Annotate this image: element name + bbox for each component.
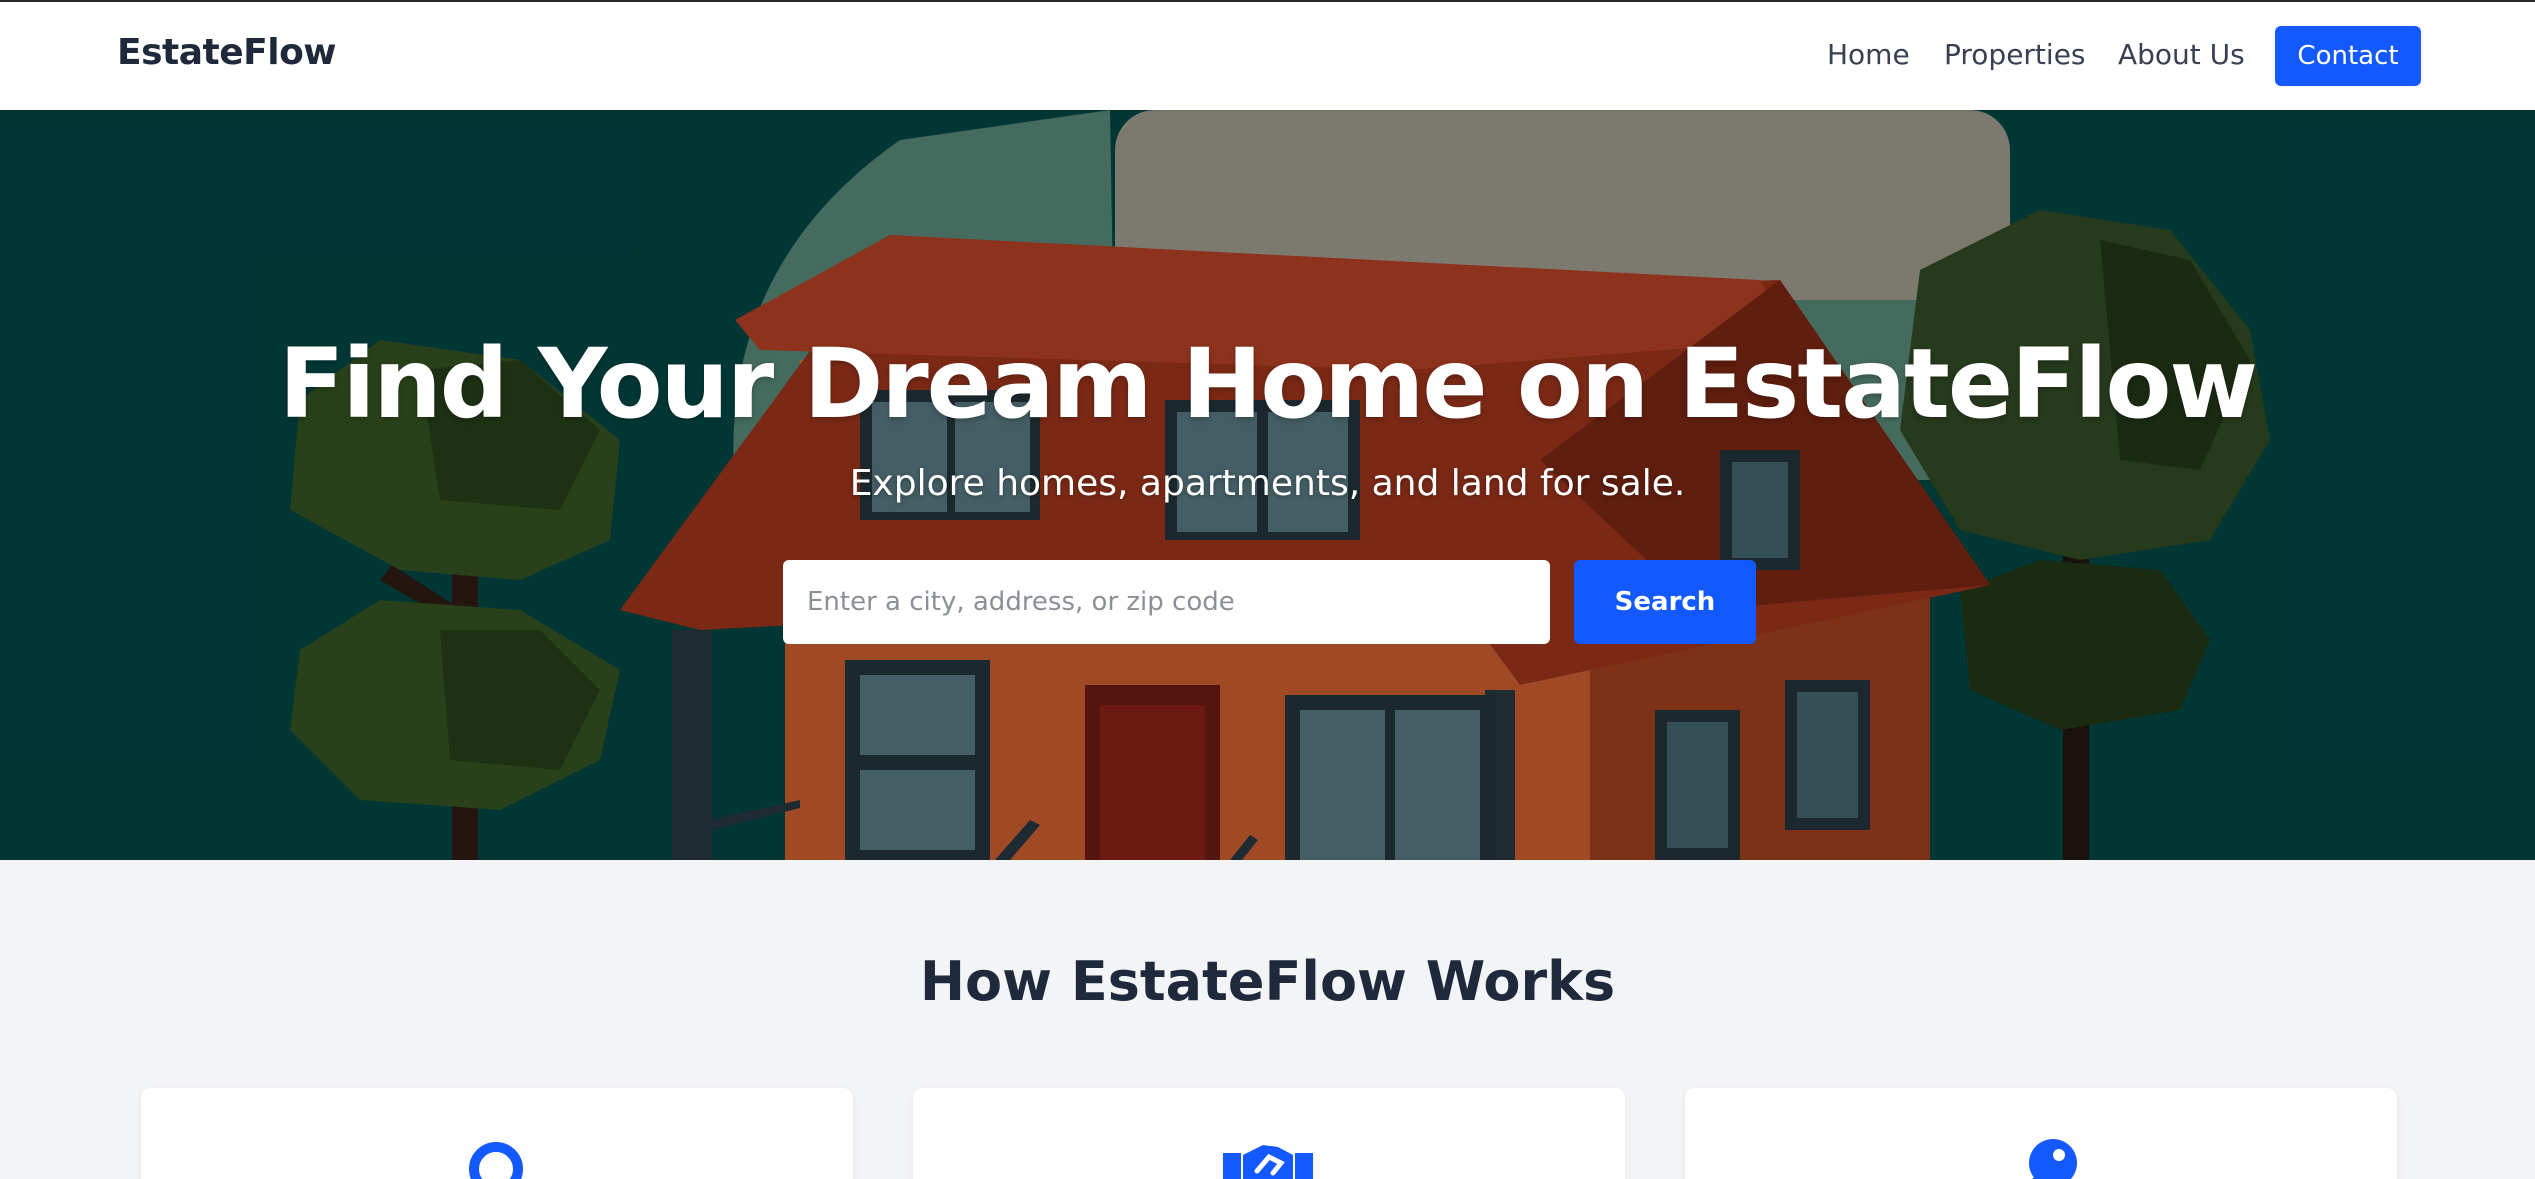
how-card-connect [913,1088,1625,1179]
how-card-move-in [1685,1088,2397,1179]
contact-button[interactable]: Contact [2275,26,2421,86]
search-input[interactable] [783,560,1550,644]
navbar: EstateFlow Home Properties About Us Cont… [0,2,2535,110]
search-icon [469,1142,523,1179]
nav-properties-link[interactable]: Properties [1944,38,2086,71]
handshake-icon [1223,1145,1313,1179]
brand-logo[interactable]: EstateFlow [117,32,337,73]
hero-section: Find Your Dream Home on EstateFlow Explo… [0,110,2535,860]
nav-about-link[interactable]: About Us [2118,38,2245,71]
how-card-search [141,1088,853,1179]
hero-title: Find Your Dream Home on EstateFlow [278,328,2258,440]
hero-subtitle: Explore homes, apartments, and land for … [849,463,1686,504]
nav-home-link[interactable]: Home [1827,38,1910,71]
key-icon [2029,1139,2077,1179]
search-button[interactable]: Search [1574,560,1756,644]
how-section-title: How EstateFlow Works [919,950,1616,1013]
